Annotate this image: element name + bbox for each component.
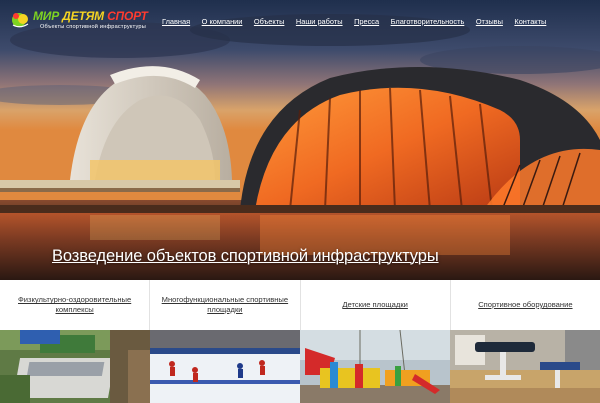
category-label[interactable]: Спортивное оборудование	[478, 300, 572, 310]
category-thumbnails	[0, 330, 600, 403]
nav-item-charity[interactable]: Благотворительность	[391, 17, 465, 26]
hero-image	[0, 0, 600, 280]
thumbnail-sports-equipment[interactable]	[450, 330, 600, 403]
nav-item-press[interactable]: Пресса	[354, 17, 379, 26]
logo-title: МИР ДЕТЯМ СПОРТ	[33, 9, 148, 23]
category-playgrounds[interactable]: Детские площадки	[301, 280, 451, 330]
category-multisport-grounds[interactable]: Многофункциональные спортивные площадки	[150, 280, 301, 330]
nav-item-our-works[interactable]: Наши работы	[296, 17, 343, 26]
nav-item-home[interactable]: Главная	[162, 17, 190, 26]
thumbnail-playground[interactable]	[300, 330, 450, 403]
nav-item-reviews[interactable]: Отзывы	[476, 17, 503, 26]
nav-item-objects[interactable]: Объекты	[254, 17, 284, 26]
category-label[interactable]: Многофункциональные спортивные площадки	[160, 295, 289, 315]
nav-item-contacts[interactable]: Контакты	[514, 17, 546, 26]
category-label[interactable]: Физкультурно-оздоровительные комплексы	[10, 295, 139, 315]
category-links: Физкультурно-оздоровительные комплексы М…	[0, 280, 600, 330]
logo-mark-icon	[12, 13, 29, 28]
logo[interactable]: МИР ДЕТЯМ СПОРТ Объекты спортивной инфра…	[10, 9, 160, 33]
main-nav: Главная О компании Объекты Наши работы П…	[162, 17, 558, 26]
logo-subtitle: Объекты спортивной инфраструктуры	[40, 24, 146, 30]
thumbnail-fitness-complex[interactable]	[0, 330, 150, 403]
thumbnail-multisport-ground[interactable]	[150, 330, 300, 403]
hero-title[interactable]: Возведение объектов спортивной инфрастру…	[52, 247, 439, 266]
hero-banner: МИР ДЕТЯМ СПОРТ Объекты спортивной инфра…	[0, 0, 600, 280]
category-fitness-complexes[interactable]: Физкультурно-оздоровительные комплексы	[0, 280, 151, 330]
category-label[interactable]: Детские площадки	[342, 300, 408, 310]
category-sports-equipment[interactable]: Спортивное оборудование	[451, 280, 600, 330]
nav-item-about[interactable]: О компании	[202, 17, 243, 26]
